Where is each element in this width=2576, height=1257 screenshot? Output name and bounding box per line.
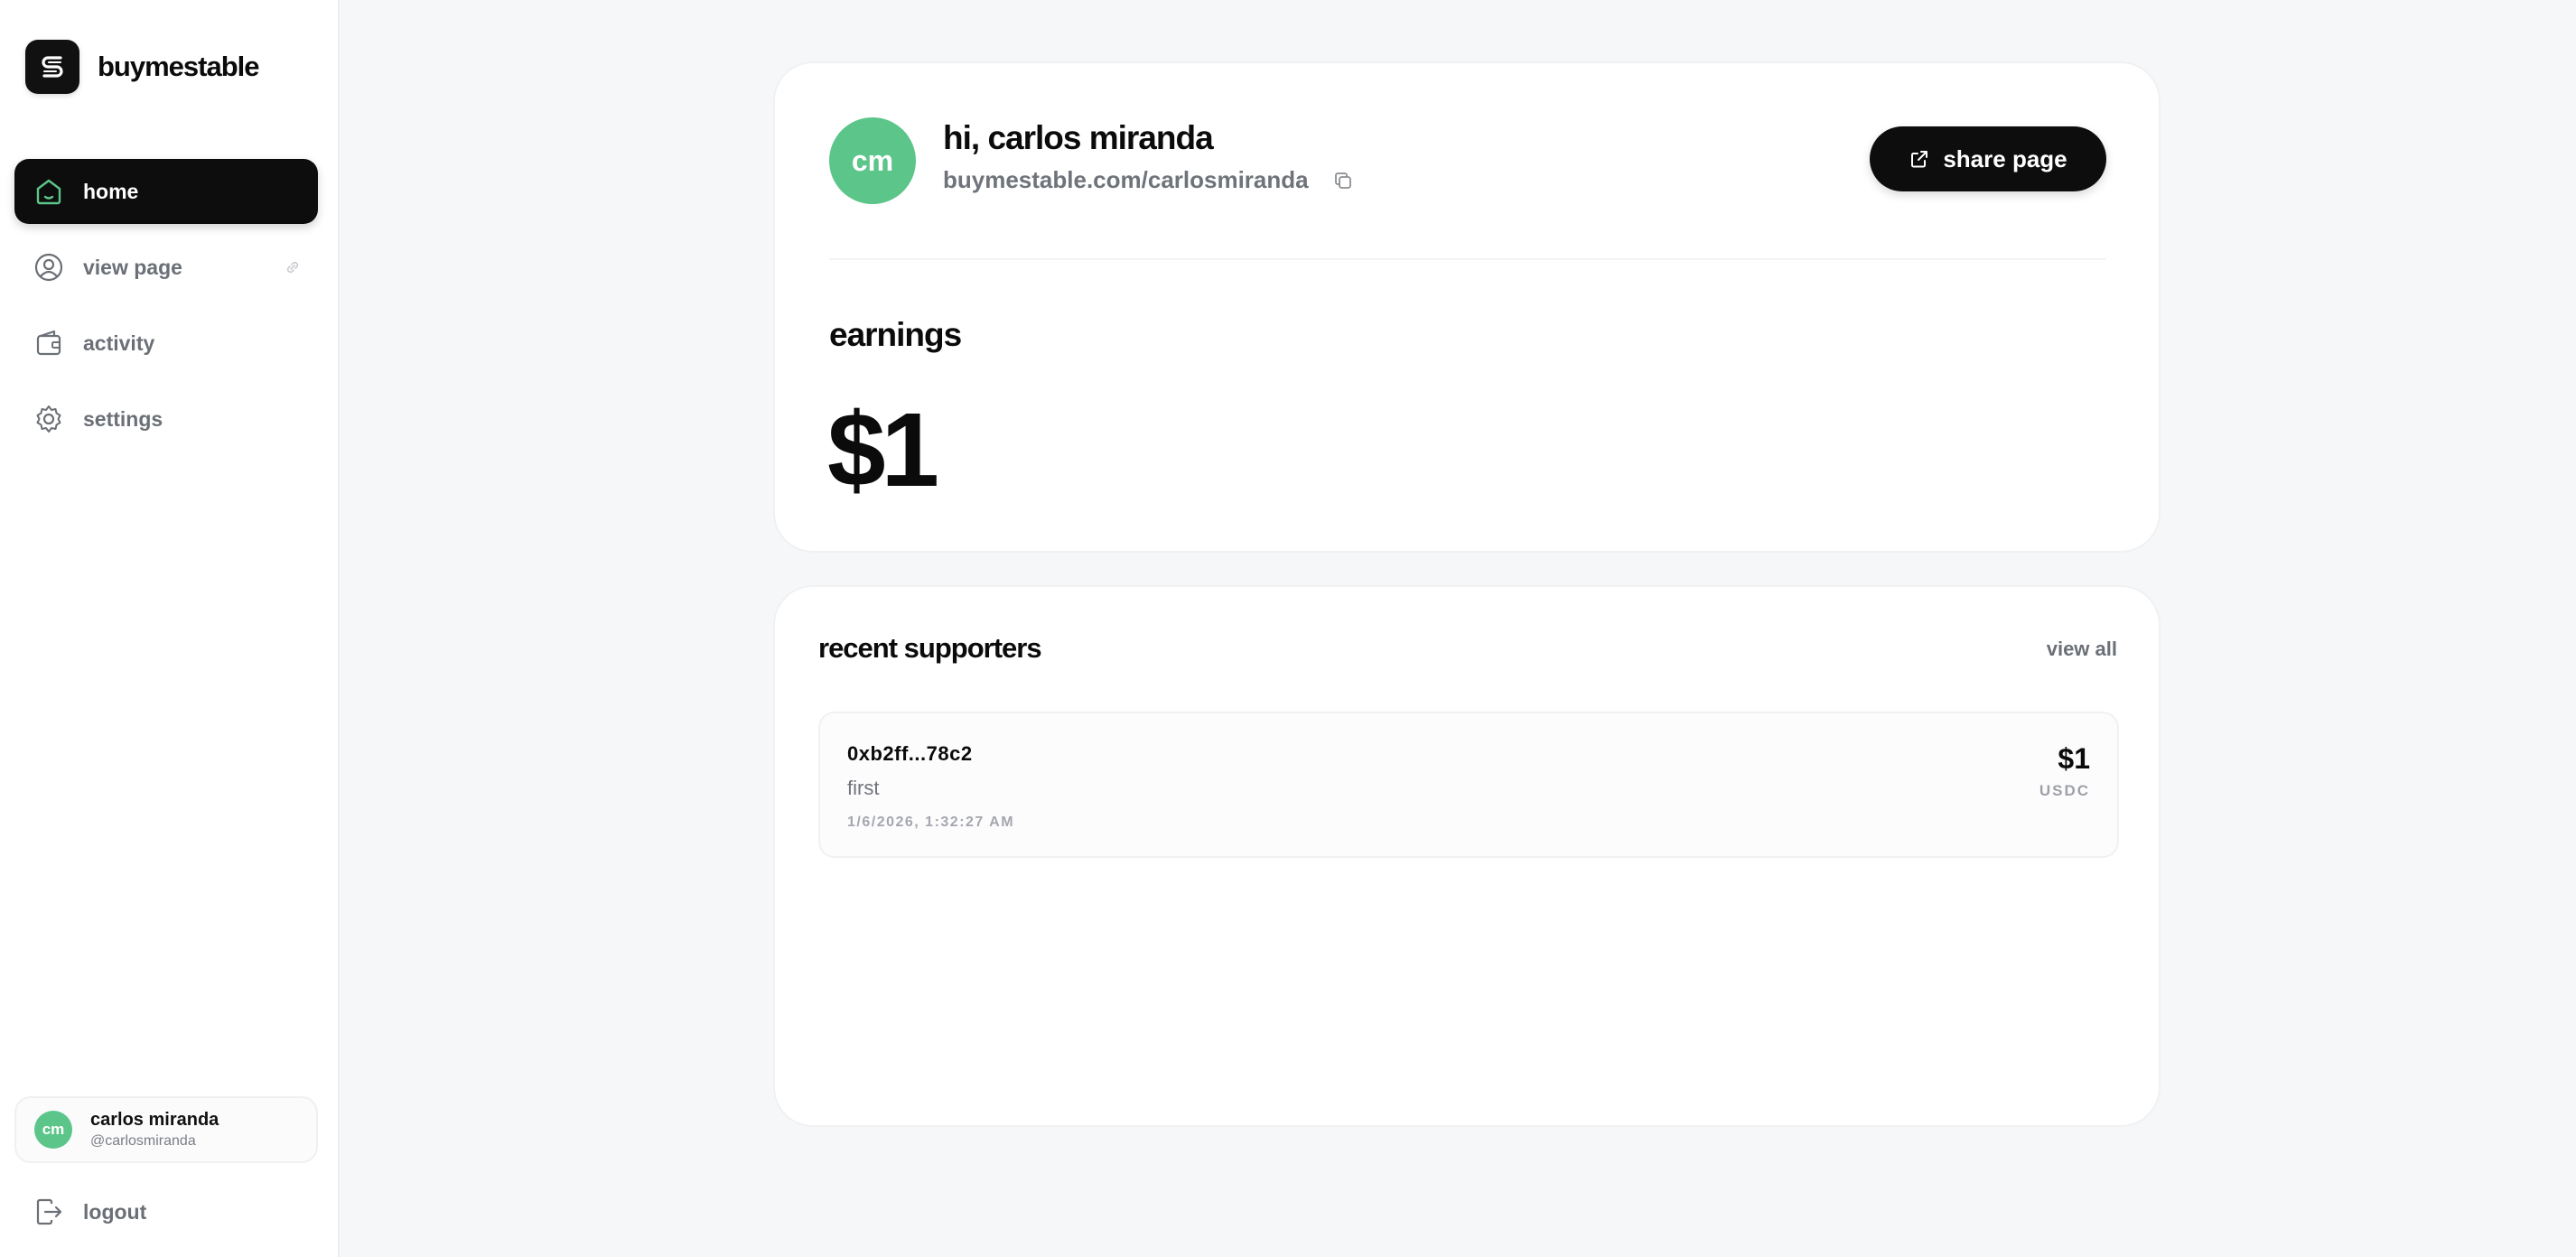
sidebar-item-activity[interactable]: activity <box>14 311 318 376</box>
recent-supporters-card: recent supporters view all 0xb2ff...78c2… <box>773 585 2161 1127</box>
view-all-link[interactable]: view all <box>2047 638 2117 661</box>
brand-name: buymestable <box>98 51 260 82</box>
logout-label: logout <box>83 1199 147 1224</box>
sidebar-item-label: settings <box>83 406 163 431</box>
sidebar-item-view-page[interactable]: view page <box>14 235 318 300</box>
sidebar-nav: home view page activity settings <box>14 159 318 462</box>
supporter-message: first <box>847 777 880 799</box>
profile-name: carlos miranda <box>90 1110 219 1130</box>
recent-supporters-title: recent supporters <box>818 632 1042 664</box>
supporter-address: 0xb2ff...78c2 <box>847 742 973 765</box>
overview-card: cm hi, carlos miranda buymestable.com/ca… <box>773 61 2161 553</box>
page-title: hi, carlos miranda <box>943 119 1214 156</box>
copy-icon[interactable] <box>1332 170 1354 191</box>
divider <box>829 258 2106 260</box>
user-circle-icon <box>31 249 67 285</box>
page-url-text: buymestable.com/carlosmiranda <box>943 166 1309 193</box>
external-link-icon <box>284 258 302 281</box>
profile-handle: @carlosmiranda <box>90 1133 196 1149</box>
brand[interactable]: buymestable <box>25 40 260 94</box>
share-page-button[interactable]: share page <box>1870 126 2106 191</box>
sidebar-item-settings[interactable]: settings <box>14 386 318 452</box>
supporter-currency: USDC <box>2039 782 2090 799</box>
share-icon <box>1909 148 1930 170</box>
earnings-title: earnings <box>829 316 962 353</box>
supporter-amount: $1 <box>2058 742 2090 775</box>
home-icon <box>31 173 67 210</box>
avatar: cm <box>34 1111 72 1149</box>
avatar: cm <box>829 117 916 204</box>
sidebar-item-label: home <box>83 179 139 203</box>
sidebar: buymestable home view page activity sett… <box>0 0 340 1257</box>
sidebar-item-home[interactable]: home <box>14 159 318 224</box>
share-page-label: share page <box>1943 144 2067 172</box>
logout-button[interactable]: logout <box>14 1178 318 1246</box>
gear-icon <box>31 401 67 437</box>
brand-logo-icon <box>25 40 79 94</box>
wallet-icon <box>31 325 67 361</box>
profile-card[interactable]: cm carlos miranda @carlosmiranda <box>14 1096 318 1163</box>
sidebar-item-label: view page <box>83 255 182 279</box>
page-url: buymestable.com/carlosmiranda <box>943 166 1354 194</box>
list-item[interactable]: 0xb2ff...78c2 first 1/6/2026, 1:32:27 AM… <box>818 712 2119 858</box>
logout-icon <box>31 1194 67 1230</box>
sidebar-item-label: activity <box>83 331 155 355</box>
supporter-timestamp: 1/6/2026, 1:32:27 AM <box>847 815 1015 830</box>
earnings-value: $1 <box>827 391 939 508</box>
